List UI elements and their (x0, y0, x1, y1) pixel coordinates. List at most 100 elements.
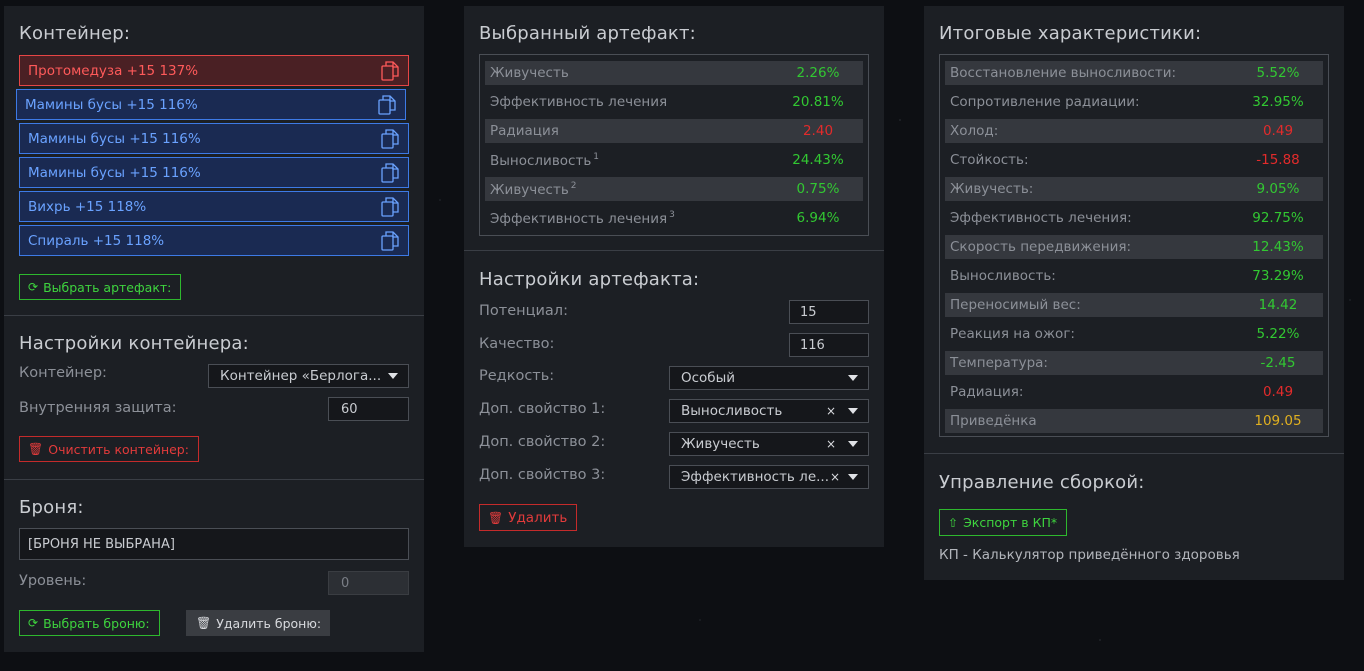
armor-title: Броня: (19, 497, 84, 518)
container-artifact-item[interactable]: Протомедуза +15 137% (19, 55, 409, 86)
container-artifact-item[interactable]: Мамины бусы +15 116% (19, 157, 409, 188)
select-armor-button[interactable]: ⟳ Выбрать броню: (19, 610, 160, 636)
inner-protection-label: Внутренняя защита: (19, 400, 177, 416)
quality-label: Качество: (479, 336, 555, 352)
close-icon[interactable]: × (826, 404, 836, 418)
close-icon[interactable]: × (830, 470, 840, 484)
refresh-icon: ⟳ (28, 280, 39, 294)
container-select[interactable]: Контейнер «Берлога... (208, 364, 409, 388)
copy-icon[interactable] (378, 94, 396, 115)
container-artifact-item[interactable]: Вихрь +15 118% (19, 191, 409, 222)
stat-value: 6.94% (796, 210, 840, 226)
divider (4, 315, 424, 316)
stat-value: 2.40 (802, 123, 834, 139)
total-stat-row: Живучесть: 9.05% (945, 177, 1323, 201)
copy-icon[interactable] (381, 128, 399, 149)
copy-icon[interactable] (381, 60, 399, 81)
stat-value: 24.43% (792, 152, 844, 168)
refresh-icon: ⟳ (28, 616, 39, 630)
prop3-label: Доп. свойство 3: (479, 467, 606, 483)
stat-name: Живучесть: (950, 181, 1034, 197)
totals-stats-box: Восстановление выносливости: 5.52% Сопроти… (939, 54, 1329, 437)
armor-field[interactable]: [БРОНЯ НЕ ВЫБРАНА] (19, 528, 409, 560)
prop2-label: Доп. свойство 2: (479, 434, 606, 450)
rarity-label: Редкость: (479, 368, 555, 384)
container-artifact-item[interactable]: Мамины бусы +15 116% (16, 89, 406, 120)
level-label: Уровень: (19, 573, 87, 589)
stat-name: Холод: (950, 123, 999, 139)
artifact-item-label: Спираль +15 118% (28, 232, 165, 249)
container-label: Контейнер: (19, 365, 107, 381)
chevron-down-icon (388, 373, 398, 379)
stat-name: Радиация: (950, 384, 1024, 400)
stat-name: Скорость передвижения: (950, 239, 1132, 255)
clear-container-button[interactable]: 🗑 Очистить контейнер: (19, 436, 199, 462)
chevron-down-icon (848, 408, 858, 414)
stat-name: Приведёнка (950, 413, 1037, 429)
upload-icon: ⇧ (948, 515, 959, 530)
total-stat-row: Радиация: 0.49 (945, 380, 1323, 404)
total-stat-row: Скорость передвижения: 12.43% (945, 235, 1323, 259)
stat-name: Восстановление выносливости: (950, 65, 1177, 81)
container-title: Контейнер: (19, 23, 131, 44)
stat-name: Выносливость: (950, 268, 1056, 284)
stat-value: 0.49 (1262, 384, 1294, 400)
stat-name: Стойкость: (950, 152, 1029, 168)
delete-armor-button[interactable]: 🗑 Удалить броню: (186, 610, 331, 636)
container-panel: Контейнер: Протомедуза +15 137% Мамины бу… (4, 6, 424, 652)
potential-input[interactable]: 15 (789, 300, 869, 324)
rarity-select[interactable]: Особый (669, 366, 869, 390)
artifact-stat-row: Эффективность лечения 20.81% (485, 90, 863, 114)
prop3-select[interactable]: Эффективность ле... × (669, 465, 869, 489)
total-stat-row: Эффективность лечения: 92.75% (945, 206, 1323, 230)
copy-icon[interactable] (381, 196, 399, 217)
chevron-down-icon (848, 441, 858, 447)
totals-panel: Итоговые характеристики: Восстановление … (924, 6, 1344, 580)
divider (4, 479, 424, 480)
stat-name: Живучесть (490, 181, 569, 198)
artifact-item-label: Мамины бусы +15 116% (28, 164, 201, 181)
artifact-item-label: Мамины бусы +15 116% (28, 130, 201, 147)
artifact-item-label: Протомедуза +15 137% (28, 62, 199, 79)
prop2-select[interactable]: Живучесть × (669, 432, 869, 456)
stat-name: Выносливость (490, 152, 592, 169)
build-title: Управление сборкой: (939, 472, 1145, 493)
stat-value: 5.52% (1256, 65, 1300, 81)
chevron-down-icon (848, 474, 858, 480)
container-settings-title: Настройки контейнера: (19, 333, 249, 354)
stat-name: Реакция на ожог: (950, 326, 1075, 342)
stat-name: Эффективность лечения (490, 210, 668, 227)
copy-icon[interactable] (381, 230, 399, 251)
container-artifact-item[interactable]: Спираль +15 118% (19, 225, 409, 256)
delete-artifact-button[interactable]: 🗑 Удалить (479, 504, 578, 531)
total-stat-row: Сопротивление радиации: 32.95% (945, 90, 1323, 114)
artifact-item-label: Вихрь +15 118% (28, 198, 147, 215)
quality-input[interactable]: 116 (789, 333, 869, 357)
artifact-stat-row: Выносливость 1 24.43% (485, 148, 863, 172)
export-button[interactable]: ⇧ Экспорт в КП* (939, 509, 1068, 536)
select-artifact-button[interactable]: ⟳ Выбрать артефакт: (19, 274, 182, 300)
level-input[interactable]: 0 (328, 571, 409, 595)
stat-name: Температура: (950, 355, 1048, 371)
total-stat-row: Выносливость: 73.29% (945, 264, 1323, 288)
stat-name: Радиация (490, 123, 559, 139)
stat-value: 5.22% (1256, 326, 1300, 342)
close-icon[interactable]: × (826, 437, 836, 451)
inner-protection-input[interactable]: 60 (328, 397, 409, 421)
stat-name: Живучесть (490, 65, 569, 81)
artifact-stat-row: Радиация 2.40 (485, 119, 863, 143)
stat-name: Сопротивление радиации: (950, 94, 1140, 110)
container-artifact-item[interactable]: Мамины бусы +15 116% (19, 123, 409, 154)
copy-icon[interactable] (381, 162, 399, 183)
artifact-stat-row: Живучесть 2 0.75% (485, 177, 863, 201)
trash-icon: 🗑 (196, 616, 212, 630)
artifact-panel: Выбранный артефакт: Живучесть 2.26% Эффект… (464, 6, 884, 547)
stat-value: 9.05% (1256, 181, 1300, 197)
prop1-select[interactable]: Выносливость × (669, 399, 869, 423)
total-stat-row: Переносимый вес: 14.42 (945, 293, 1323, 317)
stat-value: 32.95% (1252, 94, 1304, 110)
stat-name: Эффективность лечения (490, 94, 668, 110)
trash-icon: 🗑 (488, 510, 504, 525)
stat-value: 109.05 (1254, 413, 1302, 429)
totals-title: Итоговые характеристики: (939, 23, 1202, 44)
